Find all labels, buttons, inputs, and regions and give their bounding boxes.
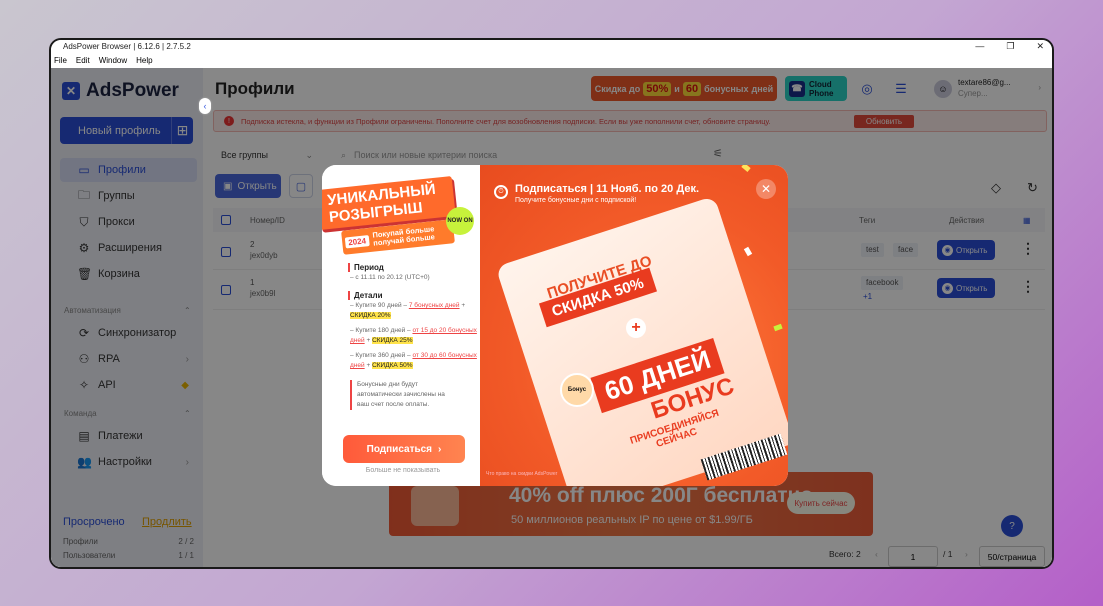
detail-text: – Купите 180 дней – [350, 327, 413, 334]
promo-details-panel: УНИКАЛЬНЫЙ РОЗЫГРЫШ 2024 Покупай больше по… [322, 165, 480, 486]
dont-show-again-link[interactable]: Больше не показывать [322, 467, 484, 474]
menu-edit[interactable]: Edit [76, 56, 90, 65]
collapse-sidebar-icon[interactable]: ‹ [199, 98, 211, 114]
detail-text: – Купите 90 дней – [350, 302, 409, 309]
tagline: Покупай больше получай больше [371, 224, 436, 248]
plus-icon: + [626, 318, 646, 338]
menu-window[interactable]: Window [99, 56, 127, 65]
title-bar: AdsPower Browser | 6.12.6 | 2.7.5.2 — ❐ … [51, 40, 1052, 53]
minimize-button[interactable]: — [975, 41, 984, 52]
bonus-note: Бонусные дни будут автоматически зачисле… [350, 380, 454, 410]
bonus-badge: Бонус [560, 373, 594, 407]
confetti-icon [743, 246, 753, 257]
chevron-right-icon: › [438, 443, 442, 455]
detail-discount: СКИДКА 20% [350, 312, 391, 319]
maximize-button[interactable]: ❐ [1006, 41, 1014, 52]
stopwatch-icon: ⏱ [494, 185, 508, 199]
detail-text: + [364, 362, 373, 369]
window-title: AdsPower Browser | 6.12.6 | 2.7.5.2 [63, 42, 191, 51]
now-on-badge: NOW ON [446, 207, 474, 235]
close-modal-icon[interactable]: ✕ [756, 179, 776, 199]
period-heading: Период [348, 263, 384, 272]
detail-text: + [459, 302, 466, 309]
promo-art-panel: ⏱ Подписаться | 11 Нояб. по 20 Дек. Полу… [480, 165, 788, 486]
detail-text: + [364, 337, 373, 344]
period-text: – с 11.11 по 20.12 (UTC+0) [350, 274, 430, 281]
subscribe-label: Подписаться [366, 443, 433, 455]
subscribe-button[interactable]: Подписаться › [343, 435, 465, 463]
close-button[interactable]: ✕ [1036, 41, 1044, 52]
detail-discount: СКИДКА 50% [372, 362, 413, 369]
promo-title: Подписаться | 11 Нояб. по 20 Дек. [515, 183, 700, 195]
app-window: AdsPower Browser | 6.12.6 | 2.7.5.2 — ❐ … [49, 38, 1054, 569]
menu-bar: File Edit Window Help [51, 53, 1052, 67]
detail-discount: СКИДКА 25% [372, 337, 413, 344]
year-label: 2024 [344, 234, 370, 249]
details-heading: Детали [348, 291, 383, 300]
detail-text: – Купите 360 дней – [350, 352, 413, 359]
promo-subtitle: Получите бонусные дни с подпиской! [515, 197, 637, 204]
menu-help[interactable]: Help [136, 56, 152, 65]
disclaimer-text: Что право на скидки AdsPower [486, 471, 558, 477]
promo-modal: УНИКАЛЬНЫЙ РОЗЫГРЫШ 2024 Покупай больше по… [322, 165, 788, 486]
detail-item: – Купите 180 дней – от 15 до 20 бонусных… [350, 326, 478, 346]
detail-item: – Купите 360 дней – от 30 до 60 бонусных… [350, 351, 478, 371]
menu-file[interactable]: File [54, 56, 67, 65]
detail-bonus: 7 бонусных дней [408, 302, 460, 309]
confetti-icon [741, 165, 751, 172]
confetti-icon [773, 323, 783, 332]
detail-item: – Купите 90 дней – 7 бонусных дней + СКИ… [350, 301, 478, 321]
